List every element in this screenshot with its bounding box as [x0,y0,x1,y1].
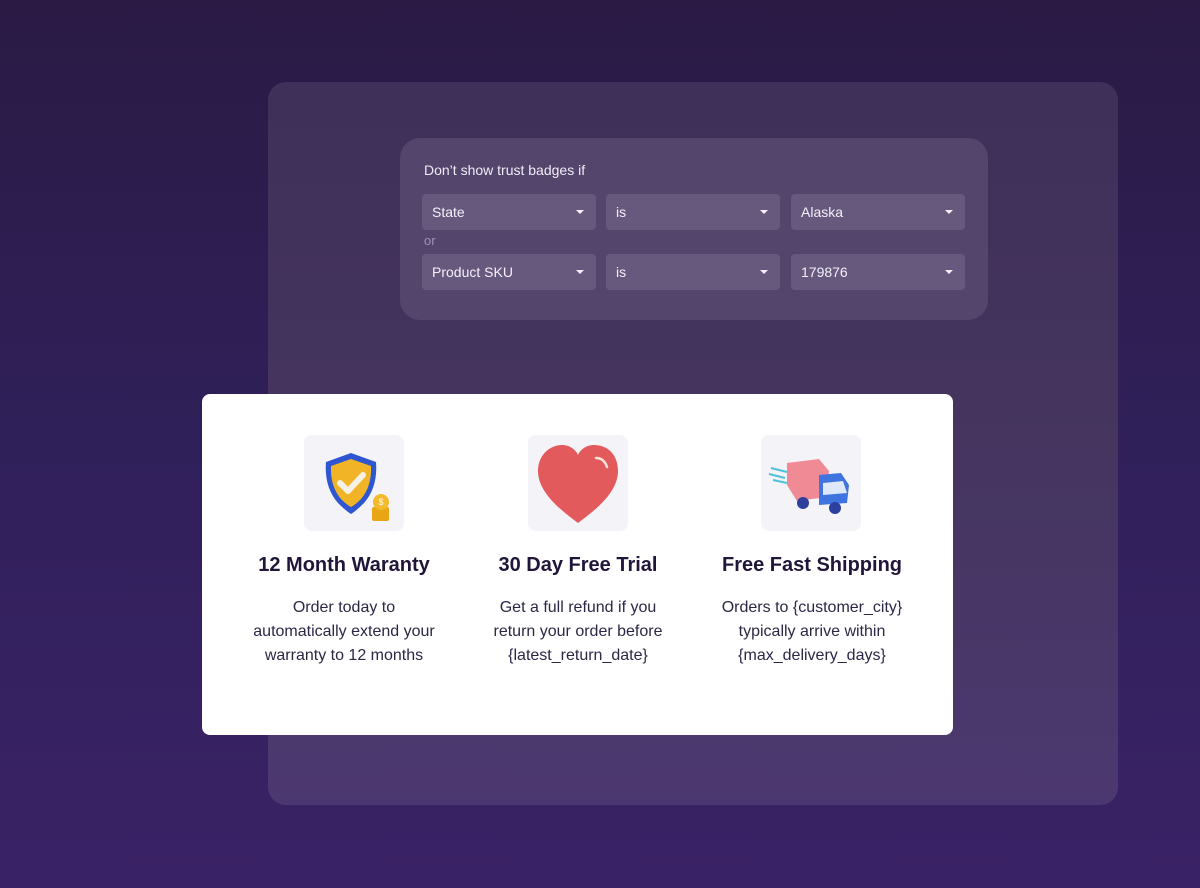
desc-line: typically arrive within [738,623,886,640]
desc-line: warranty to 12 months [264,647,424,664]
badge-title: 12 Month Waranty [258,554,430,576]
caret-down-icon [576,210,584,214]
caret-down-icon [760,270,768,274]
caret-down-icon [945,210,953,214]
badge-title: Free Fast Shipping [721,554,903,576]
caret-down-icon [760,210,768,214]
shield-check-icon: $ [304,435,404,531]
condition-1-operator-select[interactable]: is [606,194,780,230]
condition-1-value-select[interactable]: Alaska [791,194,965,230]
badge-description: Order today to automatically extend your… [229,596,459,668]
desc-line: Orders to {customer_city} [721,599,903,616]
desc-line: {latest_return_date} [508,647,648,664]
badge-title: 30 Day Free Trial [498,554,658,576]
badge-description: Get a full refund if you return your ord… [463,596,693,668]
caret-down-icon [576,270,584,274]
badge-description: Orders to {customer_city} typically arri… [697,596,927,668]
select-value: is [616,264,627,280]
condition-2-value-select[interactable]: 179876 [791,254,965,290]
rules-title: Don’t show trust badges if [424,162,586,178]
heart-icon [528,435,628,531]
desc-line: return your order before [493,623,663,640]
trust-badges-preview: $ 12 Month Waranty Order today to automa… [202,394,953,735]
delivery-truck-icon [761,435,861,531]
select-value: Product SKU [432,264,513,280]
display-rules-card: Don’t show trust badges if State is Alas… [400,138,988,320]
desc-line: Order today to [292,599,396,616]
or-connector: or [424,233,436,248]
svg-text:$: $ [378,497,383,507]
select-value: State [432,204,465,220]
select-value: is [616,204,627,220]
condition-1-field-select[interactable]: State [422,194,596,230]
desc-line: automatically extend your [253,623,435,640]
select-value: Alaska [801,204,844,220]
desc-line: {max_delivery_days} [738,647,886,664]
condition-2-operator-select[interactable]: is [606,254,780,290]
condition-2-field-select[interactable]: Product SKU [422,254,596,290]
desc-line: Get a full refund if you [499,599,657,616]
select-value: 179876 [801,264,848,280]
caret-down-icon [945,270,953,274]
